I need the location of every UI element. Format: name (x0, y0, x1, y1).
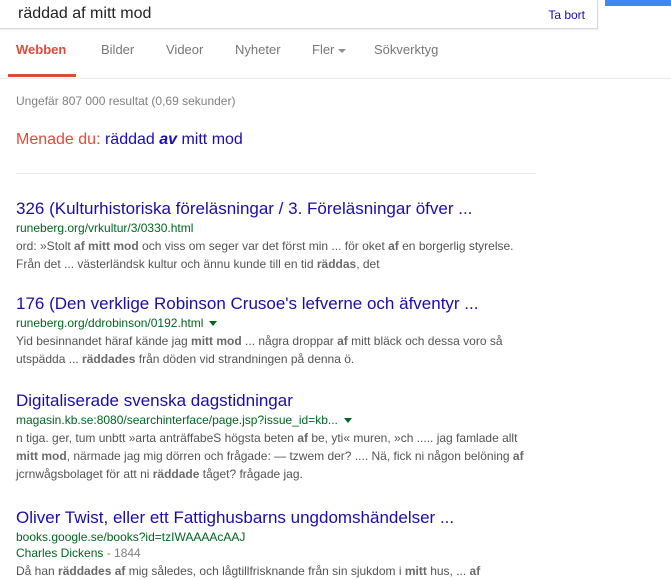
clear-search-link[interactable]: Ta bort (548, 8, 585, 22)
spelling-suggestion-link[interactable]: räddad av mitt mod (105, 131, 243, 148)
result-snippet: Yid besinnandet häraf kände jag mitt mod… (16, 334, 503, 366)
tab-nyheter[interactable]: Nyheter (235, 42, 281, 57)
result-title-link[interactable]: Digitaliserade svenska dagstidningar (16, 391, 576, 411)
tab-bilder[interactable]: Bilder (101, 42, 134, 57)
result-year: - 1844 (103, 546, 141, 560)
result-snippet: Då han räddades af mig således, och lågt… (16, 564, 481, 578)
result-url-text: magasin.kb.se:8080/searchinterface/page.… (16, 413, 338, 427)
result-url-text: runeberg.org/ddrobinson/0192.html (16, 316, 204, 330)
search-tabs: Webben Bilder Videor Nyheter Fler Sökver… (0, 30, 671, 79)
result-url: runeberg.org/vrkultur/3/0330.html (16, 220, 576, 236)
suggestion-post: mitt mod (177, 131, 243, 148)
dropdown-arrow-icon[interactable] (343, 418, 352, 424)
search-result: 176 (Den verklige Robinson Crusoe's lefv… (16, 294, 576, 368)
result-url-text: books.google.se/books?id=tzIWAAAAcAAJ (16, 530, 246, 544)
did-you-mean: Menade du: räddad av mitt mod (16, 131, 243, 149)
search-input[interactable]: räddad af mitt mod (18, 5, 151, 23)
result-snippet: ord: »Stolt af mitt mod och viss om sege… (16, 239, 514, 271)
result-author[interactable]: Charles Dickens (16, 546, 103, 560)
result-title-link[interactable]: 176 (Den verklige Robinson Crusoe's lefv… (16, 294, 576, 314)
search-result: Oliver Twist, eller ett Fattighusbarns u… (16, 508, 576, 580)
result-url: runeberg.org/ddrobinson/0192.html (16, 315, 576, 331)
chevron-down-icon (338, 48, 347, 53)
search-result: Digitaliserade svenska dagstidningar mag… (16, 391, 576, 483)
tab-fler-label: Fler (312, 42, 335, 57)
suggestion-pre: räddad (104, 131, 160, 148)
result-stats: Ungefär 807 000 resultat (0,69 sekunder) (16, 94, 236, 108)
tab-webben[interactable]: Webben (16, 42, 66, 57)
tab-fler[interactable]: Fler (312, 42, 347, 57)
dropdown-arrow-icon[interactable] (209, 321, 218, 327)
result-url: books.google.se/books?id=tzIWAAAAcAAJ (16, 529, 576, 545)
result-snippet: n tiga. ger, tum unbtt »arta anträffabeS… (16, 431, 524, 481)
did-you-mean-label: Menade du: (16, 131, 101, 148)
search-button[interactable] (605, 0, 671, 6)
divider (16, 173, 536, 174)
result-url: magasin.kb.se:8080/searchinterface/page.… (16, 412, 576, 428)
result-url-text: runeberg.org/vrkultur/3/0330.html (16, 221, 194, 235)
active-tab-indicator (8, 74, 76, 77)
result-meta: Charles Dickens - 1844 (16, 545, 576, 561)
tab-sokverktyg[interactable]: Sökverktyg (374, 42, 438, 57)
result-title-link[interactable]: 326 (Kulturhistoriska föreläsningar / 3.… (16, 199, 576, 219)
search-box[interactable]: räddad af mitt mod Ta bort (0, 0, 598, 29)
result-title-link[interactable]: Oliver Twist, eller ett Fattighusbarns u… (16, 508, 576, 528)
search-result: 326 (Kulturhistoriska föreläsningar / 3.… (16, 199, 576, 273)
tab-videor[interactable]: Videor (166, 42, 203, 57)
suggestion-emph: av (159, 131, 178, 148)
